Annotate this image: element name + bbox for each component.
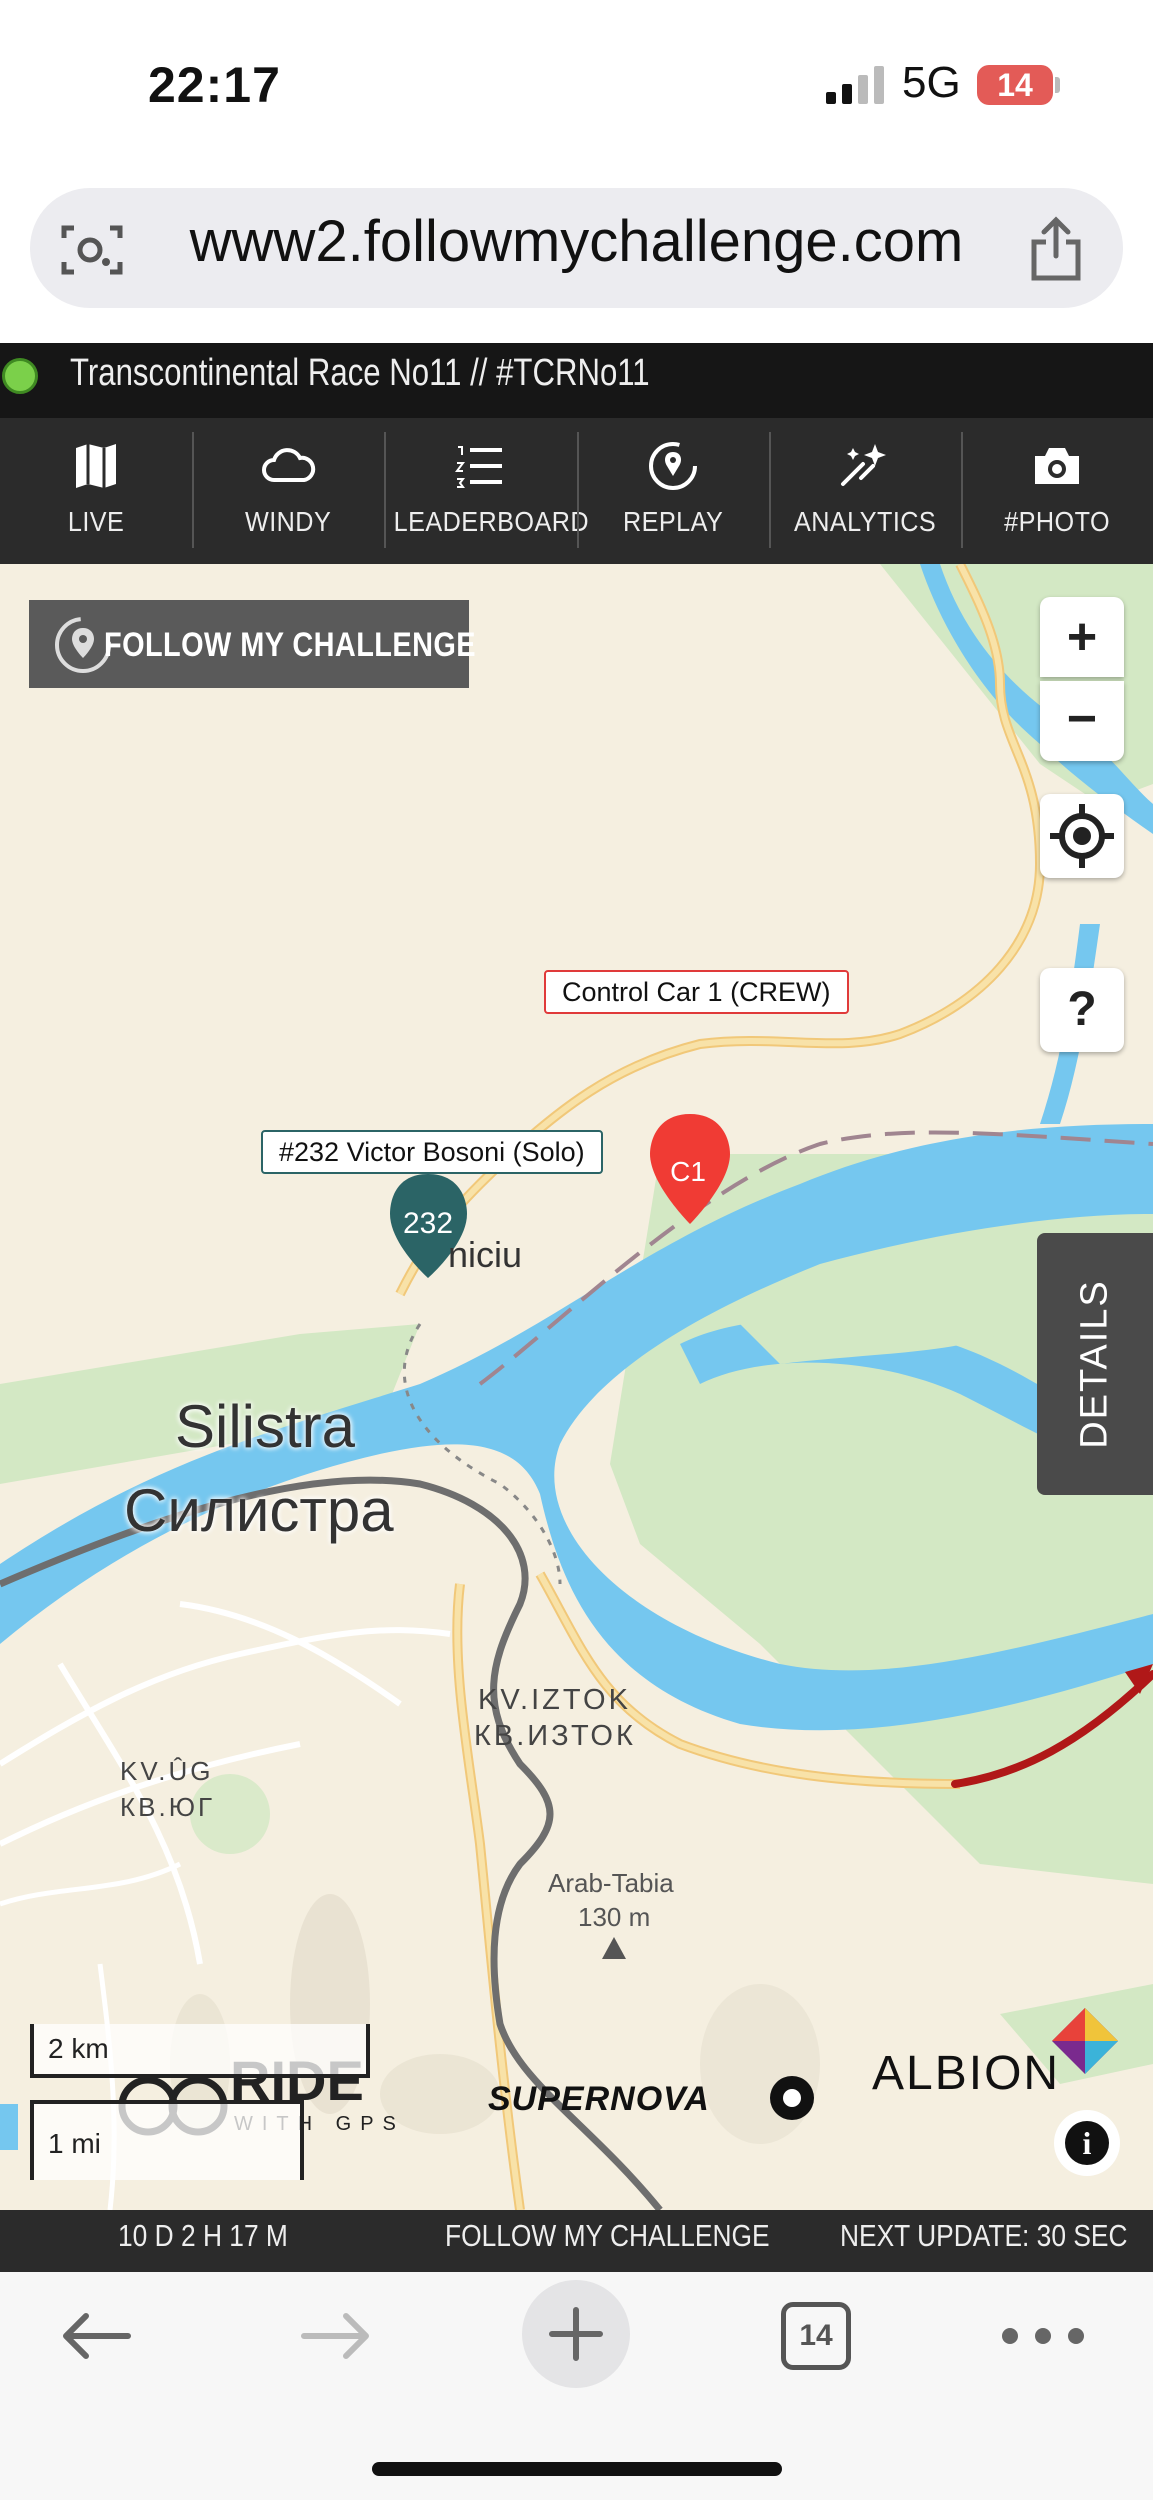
back-arrow-icon[interactable] — [56, 2306, 136, 2366]
live-status-indicator — [2, 358, 38, 394]
details-tab-label[interactable]: DETAILS — [1037, 1233, 1153, 1495]
scale-imperial-label: 1 mi — [48, 2128, 101, 2159]
info-icon: i — [1065, 2121, 1109, 2165]
rider-pin-label[interactable]: 232 — [403, 1207, 453, 1240]
status-time: 22:17 — [148, 57, 281, 113]
map-icon — [76, 444, 117, 488]
new-tab-button[interactable] — [522, 2280, 630, 2388]
url-text[interactable]: www2.followmychallenge.com — [0, 208, 1153, 275]
crosshair-icon — [1050, 804, 1114, 868]
city-label-cyrillic: Силистра — [124, 1477, 394, 1544]
info-glyph: i — [1083, 2125, 1092, 2161]
follow-my-challenge-logo-text: FOLLOW MY CHALLENGE — [104, 626, 476, 664]
plus-icon — [549, 2307, 603, 2361]
albion-logo: ALBION — [872, 2047, 1061, 2100]
nav-photo-label: #PHOTO — [1004, 506, 1110, 537]
scale-metric-label: 2 km — [48, 2033, 109, 2064]
network-type: 5G — [902, 58, 961, 107]
map-tiles: C1 232 — [0, 564, 1153, 2210]
map-info-button[interactable]: i — [1054, 2110, 1120, 2176]
home-indicator — [372, 2462, 782, 2476]
nav-leaderboard[interactable]: LEADERBOARD — [384, 418, 590, 564]
replay-icon — [648, 442, 697, 490]
city-label-latin: Silistra — [175, 1393, 356, 1460]
list-icon — [455, 446, 503, 488]
nav-windy-label: WINDY — [245, 506, 332, 537]
nav-live[interactable]: LIVE — [0, 418, 192, 564]
battery-tip — [1055, 77, 1060, 93]
nav-replay[interactable]: REPLAY — [576, 418, 769, 564]
map-canvas[interactable]: C1 232 — [0, 564, 1153, 2210]
nav-analytics[interactable]: ANALYTICS — [768, 418, 961, 564]
question-icon: ? — [1067, 983, 1097, 1036]
plus-icon: + — [1066, 608, 1098, 666]
event-title: Transcontinental Race No11 // #TCRNo11 — [70, 352, 650, 394]
tab-switcher-button[interactable]: 14 — [781, 2302, 851, 2370]
zoom-in-button[interactable]: + — [1040, 597, 1124, 677]
nav-replay-label: REPLAY — [622, 506, 723, 537]
nav-live-label: LIVE — [67, 506, 125, 537]
elapsed-time: 10 D 2 H 17 M — [118, 2218, 288, 2253]
details-tab-text: DETAILS — [1073, 1279, 1116, 1449]
forward-arrow-icon[interactable] — [296, 2306, 376, 2366]
signal-strength-icon — [826, 66, 884, 104]
main-nav: LIVE WINDY LEADERBOARD REPLAY ANALYTICS … — [0, 418, 1153, 564]
sparkle-icon — [840, 444, 886, 486]
crew-marker-callout[interactable]: Control Car 1 (CREW) — [544, 970, 849, 1014]
zoom-out-button[interactable]: − — [1040, 681, 1124, 761]
peak-name-label: Arab-Tabia — [548, 1868, 674, 1898]
peak-elevation-label: 130 m — [578, 1902, 651, 1932]
crew-pin-label[interactable]: C1 — [670, 1156, 706, 1187]
district-label-south-latin: KV.ÛG — [120, 1756, 214, 1786]
rider-marker-callout[interactable]: #232 Victor Bosoni (Solo) — [261, 1130, 603, 1174]
district-label-south-cyrillic: КВ.ЮГ — [120, 1792, 216, 1822]
camera-icon — [1034, 448, 1079, 484]
district-label-east-latin: KV.IZTOK — [478, 1684, 631, 1716]
minus-icon: − — [1066, 690, 1098, 748]
share-icon[interactable] — [1026, 216, 1086, 282]
district-label-east-cyrillic: КВ.ИЗТОК — [474, 1720, 636, 1752]
nav-leaderboard-label: LEADERBOARD — [393, 506, 590, 537]
supernova-logo: SUPERNOVA — [488, 2076, 814, 2120]
peak-triangle-icon — [602, 1937, 626, 1959]
nav-analytics-label: ANALYTICS — [793, 506, 936, 537]
more-options-icon[interactable] — [998, 2318, 1088, 2354]
cloud-icon — [262, 448, 316, 482]
village-label: niciu — [448, 1234, 523, 1275]
footer-brand: FOLLOW MY CHALLENGE — [445, 2218, 770, 2253]
nav-windy[interactable]: WINDY — [192, 418, 384, 564]
next-update-countdown: NEXT UPDATE: 30 SEC — [840, 2218, 1128, 2253]
locate-button[interactable] — [1040, 794, 1124, 878]
albion-mark-icon — [1052, 2008, 1118, 2074]
battery-icon: 14 — [977, 65, 1053, 105]
help-button[interactable]: ? — [1040, 968, 1124, 1052]
supernova-wordmark: SUPERNOVA — [488, 2080, 710, 2118]
nav-photo[interactable]: #PHOTO — [960, 418, 1153, 564]
